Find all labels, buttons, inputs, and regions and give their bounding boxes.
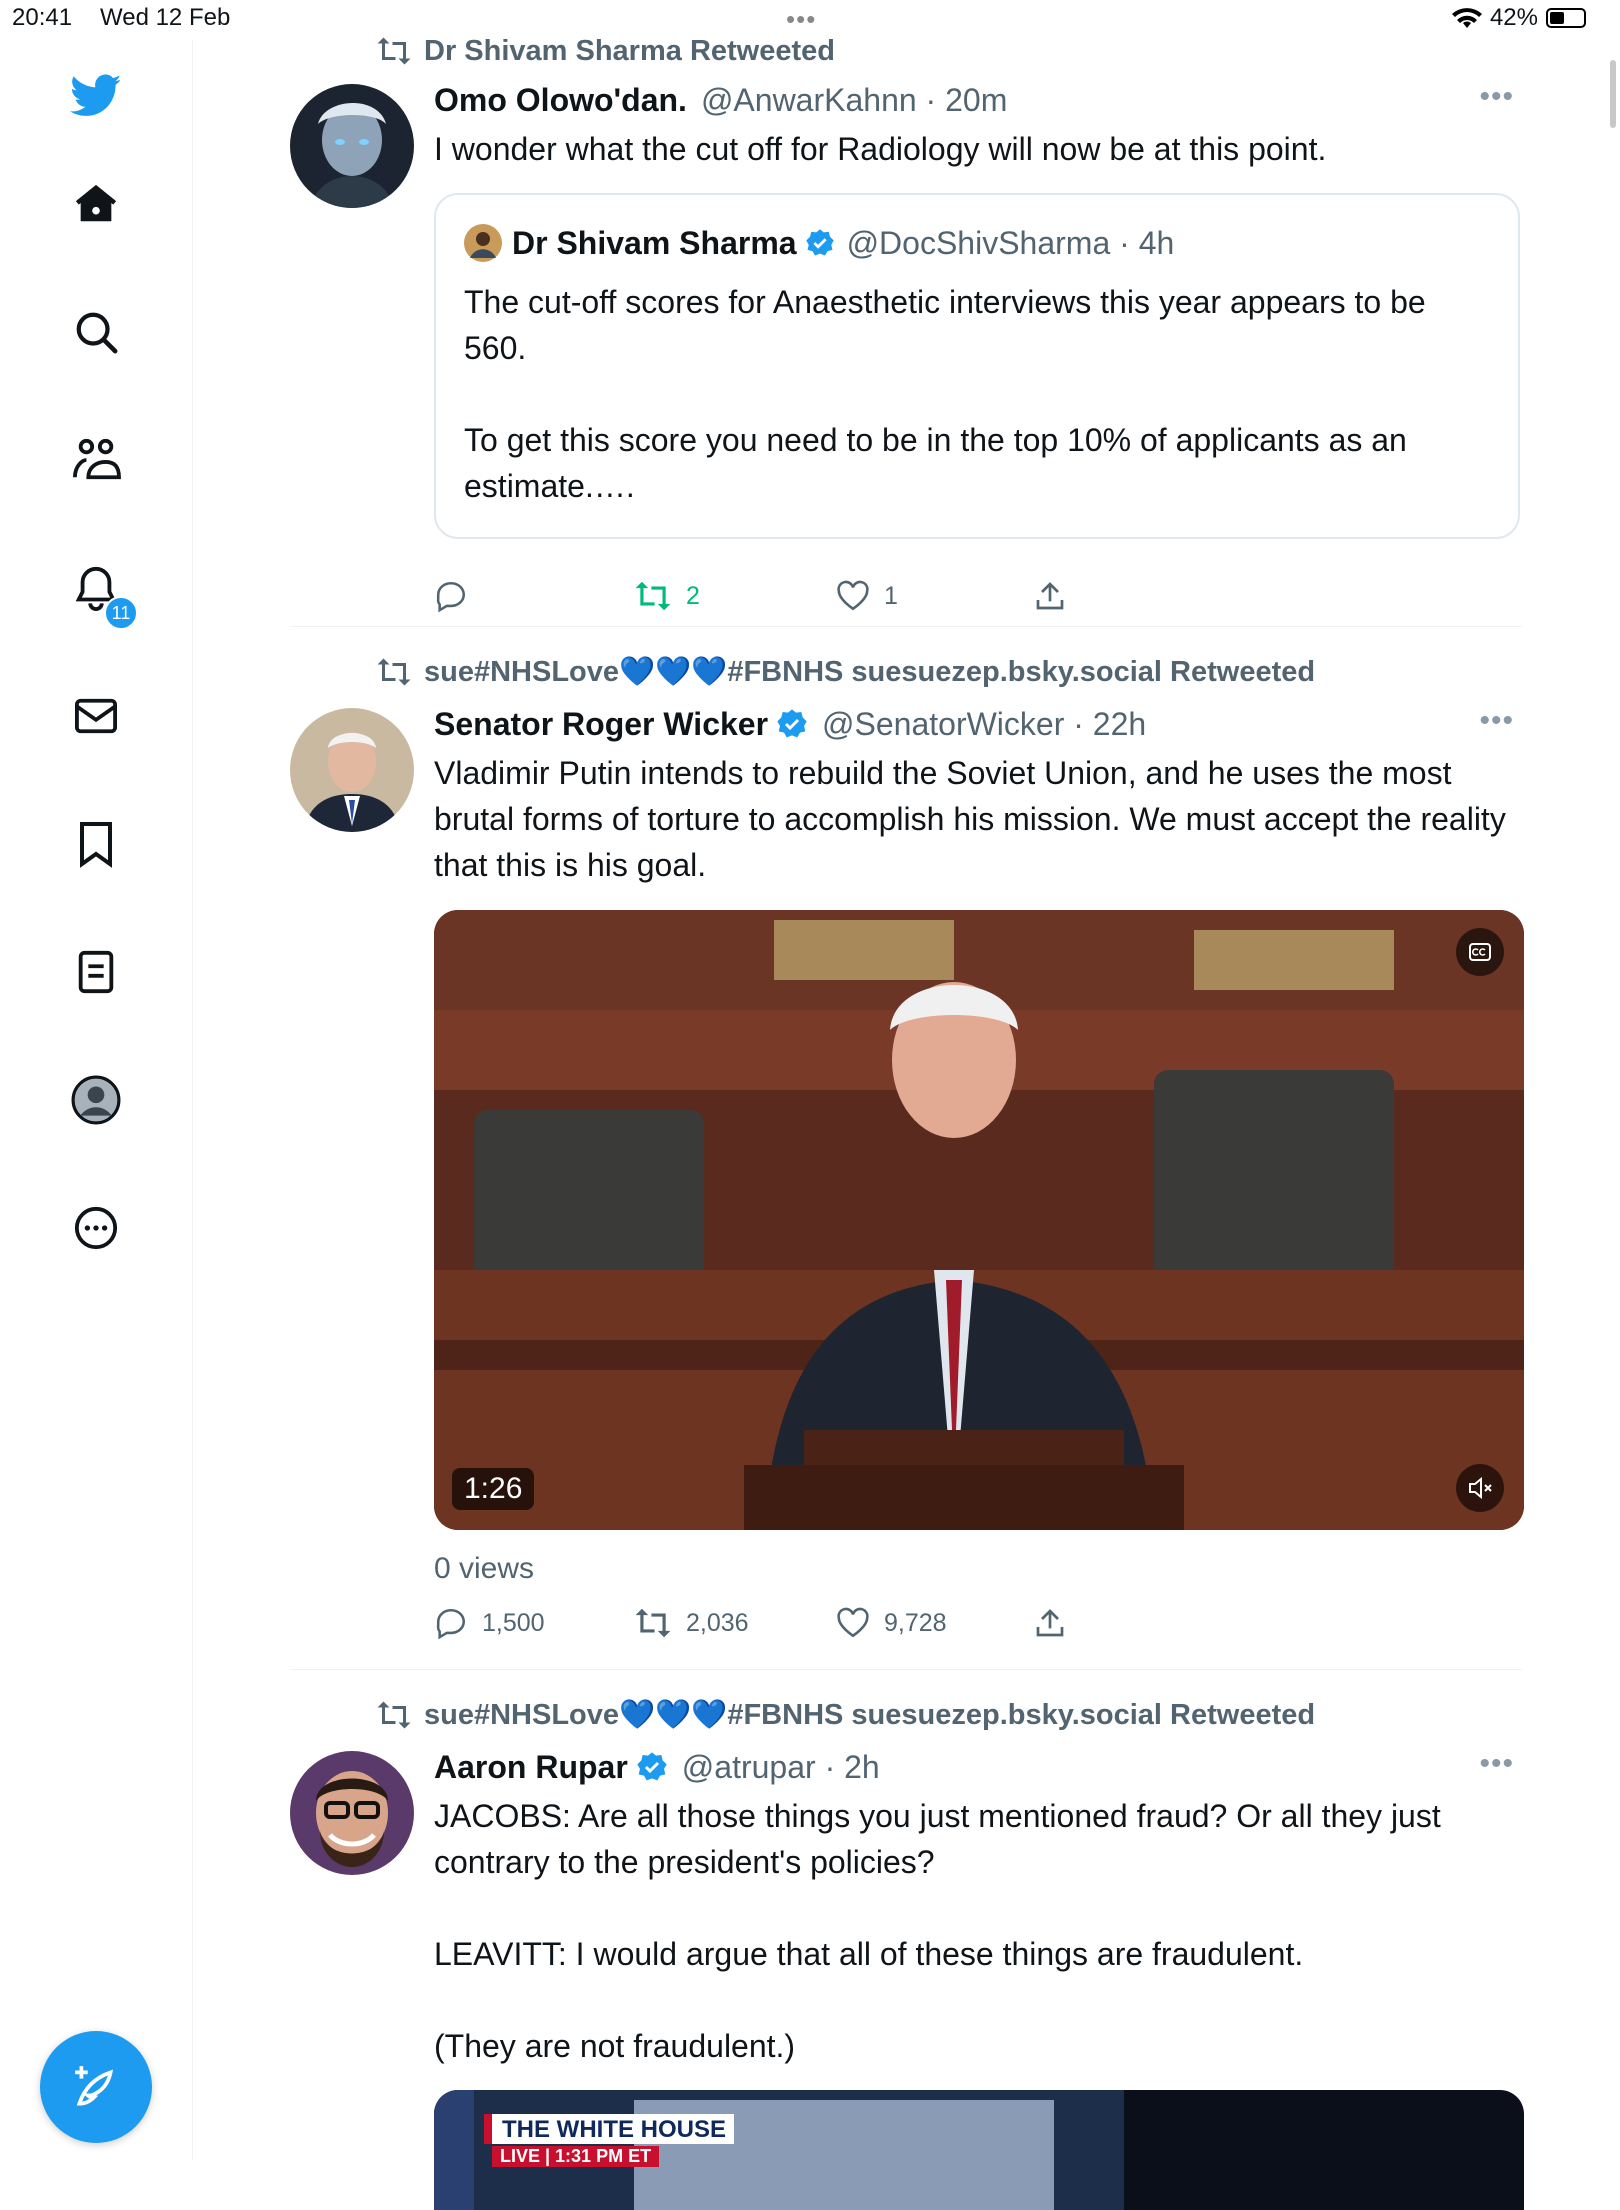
date: Wed 12 Feb bbox=[100, 4, 231, 31]
retweet-context: sue#NHSLove💙💙💙#FBNHS suesuezep.bsky.soci… bbox=[376, 1697, 1315, 1733]
tweet[interactable]: sue#NHSLove💙💙💙#FBNHS suesuezep.bsky.soci… bbox=[290, 654, 1524, 1664]
share-button[interactable] bbox=[1034, 1603, 1066, 1643]
retweet-small-icon bbox=[377, 658, 411, 686]
author-name[interactable]: Omo Olowo'dan. bbox=[434, 82, 687, 119]
like-button[interactable]: 1 bbox=[836, 576, 898, 616]
reply-icon bbox=[436, 1608, 466, 1640]
avatar[interactable] bbox=[290, 708, 414, 832]
retweeted-by-label: sue#NHSLove💙💙💙#FBNHS suesuezep.bsky.soci… bbox=[424, 1699, 1316, 1731]
messages-icon[interactable] bbox=[64, 684, 128, 748]
video-player[interactable]: THE WHITE HOUSE LIVE | 1:31 PM ET bbox=[434, 2090, 1524, 2210]
tweet-more-icon[interactable]: ••• bbox=[1479, 1747, 1514, 1781]
like-count: 9,728 bbox=[884, 1608, 947, 1637]
like-button[interactable]: 9,728 bbox=[836, 1603, 947, 1643]
verified-badge-icon bbox=[805, 228, 835, 258]
reply-button[interactable] bbox=[434, 576, 482, 616]
avatar[interactable] bbox=[290, 84, 414, 208]
mute-button[interactable] bbox=[1456, 1464, 1504, 1512]
share-icon bbox=[1036, 1609, 1064, 1637]
divider bbox=[290, 626, 1522, 627]
heart-icon bbox=[837, 580, 869, 611]
reply-button[interactable]: 1,500 bbox=[434, 1603, 545, 1643]
tweet-header: Aaron Rupar @atrupar · 2h bbox=[434, 1747, 880, 1787]
retweet-icon bbox=[635, 1608, 671, 1638]
tweet-text: JACOBS: Are all those things you just me… bbox=[434, 1798, 1441, 2064]
retweet-icon bbox=[635, 581, 671, 611]
battery-percentage: 42% bbox=[1489, 4, 1538, 31]
retweet-small-icon bbox=[377, 37, 411, 65]
retweet-button[interactable]: 2 bbox=[634, 576, 700, 616]
tweet-header: Senator Roger Wicker @SenatorWicker · 22… bbox=[434, 704, 1146, 744]
video-player[interactable]: 1:26 bbox=[434, 910, 1524, 1530]
battery-icon bbox=[1546, 8, 1586, 28]
wifi-icon bbox=[1451, 8, 1482, 28]
quote-author-name: Dr Shivam Sharma bbox=[512, 224, 797, 261]
notification-count-badge: 11 bbox=[104, 596, 138, 630]
live-indicator: LIVE | 1:31 PM ET bbox=[492, 2146, 660, 2167]
retweet-count: 2 bbox=[686, 581, 700, 610]
author-name[interactable]: Aaron Rupar bbox=[434, 1749, 628, 1786]
retweeted-by-label: sue#NHSLove💙💙💙#FBNHS suesuezep.bsky.soci… bbox=[424, 656, 1316, 688]
like-count: 1 bbox=[884, 581, 898, 610]
scrollbar[interactable] bbox=[1610, 60, 1616, 128]
tweet-more-icon[interactable]: ••• bbox=[1479, 704, 1514, 738]
tweet-more-icon[interactable]: ••• bbox=[1479, 80, 1514, 114]
quote-header: Dr Shivam Sharma @DocShivSharma · 4h bbox=[464, 223, 1174, 263]
captions-icon bbox=[1469, 943, 1491, 961]
home-icon[interactable] bbox=[64, 172, 128, 236]
heart-icon bbox=[837, 1607, 869, 1638]
bookmarks-icon[interactable] bbox=[64, 812, 128, 876]
compose-tweet-button[interactable] bbox=[40, 2031, 152, 2143]
video-duration: 1:26 bbox=[452, 1468, 535, 1510]
retweeted-by-label: Dr Shivam Sharma Retweeted bbox=[424, 34, 835, 67]
retweet-button[interactable]: 2,036 bbox=[634, 1603, 749, 1643]
tweet-actions: 2 1 bbox=[434, 576, 1134, 616]
tweet-header: Omo Olowo'dan. @AnwarKahnn · 20m bbox=[434, 80, 1007, 120]
clock: 20:41 bbox=[12, 4, 73, 31]
tweet[interactable]: sue#NHSLove💙💙💙#FBNHS suesuezep.bsky.soci… bbox=[290, 1697, 1524, 2210]
sidebar: 11 bbox=[0, 40, 193, 2160]
divider bbox=[290, 1669, 1522, 1670]
tweet-text: Vladimir Putin intends to rebuild the So… bbox=[434, 755, 1515, 883]
quoted-tweet[interactable]: Dr Shivam Sharma @DocShivSharma · 4h The… bbox=[434, 193, 1520, 539]
lists-icon[interactable] bbox=[64, 940, 128, 1004]
compose-feather-icon bbox=[75, 2066, 114, 2106]
avatar[interactable] bbox=[290, 1751, 414, 1875]
captions-button[interactable] bbox=[1456, 928, 1504, 976]
tweet-text: I wonder what the cut off for Radiology … bbox=[434, 131, 1327, 167]
retweet-small-icon bbox=[377, 1701, 411, 1729]
author-name[interactable]: Senator Roger Wicker bbox=[434, 706, 768, 743]
view-count: 0 views bbox=[434, 1552, 535, 1585]
tweet[interactable]: Dr Shivam Sharma Retweeted Omo Olowo'dan… bbox=[290, 30, 1522, 630]
quote-avatar bbox=[464, 224, 502, 262]
author-handle[interactable]: @atrupar · 2h bbox=[682, 1749, 880, 1786]
more-icon[interactable] bbox=[64, 1196, 128, 1260]
author-handle[interactable]: @AnwarKahnn · 20m bbox=[701, 82, 1007, 119]
muted-speaker-icon bbox=[1469, 1476, 1492, 1500]
news-banner: THE WHITE HOUSE bbox=[484, 2114, 735, 2144]
verified-badge-icon bbox=[636, 1751, 668, 1783]
share-icon bbox=[1036, 582, 1064, 610]
quote-author-handle: @DocShivSharma · 4h bbox=[846, 224, 1175, 261]
reply-count: 1,500 bbox=[482, 1608, 545, 1637]
quote-text: The cut-off scores for Anaesthetic inter… bbox=[464, 284, 1426, 504]
retweet-count: 2,036 bbox=[686, 1608, 749, 1637]
communities-icon[interactable] bbox=[64, 428, 128, 492]
retweet-context: Dr Shivam Sharma Retweeted bbox=[376, 33, 835, 69]
reply-icon bbox=[436, 581, 466, 613]
share-button[interactable] bbox=[1034, 576, 1066, 616]
author-handle[interactable]: @SenatorWicker · 22h bbox=[822, 706, 1146, 743]
tweet-actions: 1,500 2,036 9,728 bbox=[434, 1603, 1134, 1643]
video-frame bbox=[434, 910, 1524, 1530]
retweet-context: sue#NHSLove💙💙💙#FBNHS suesuezep.bsky.soci… bbox=[376, 654, 1315, 690]
search-icon[interactable] bbox=[64, 300, 128, 364]
profile-icon[interactable] bbox=[64, 1068, 128, 1132]
twitter-logo-icon[interactable] bbox=[64, 64, 128, 128]
verified-badge-icon bbox=[776, 708, 808, 740]
